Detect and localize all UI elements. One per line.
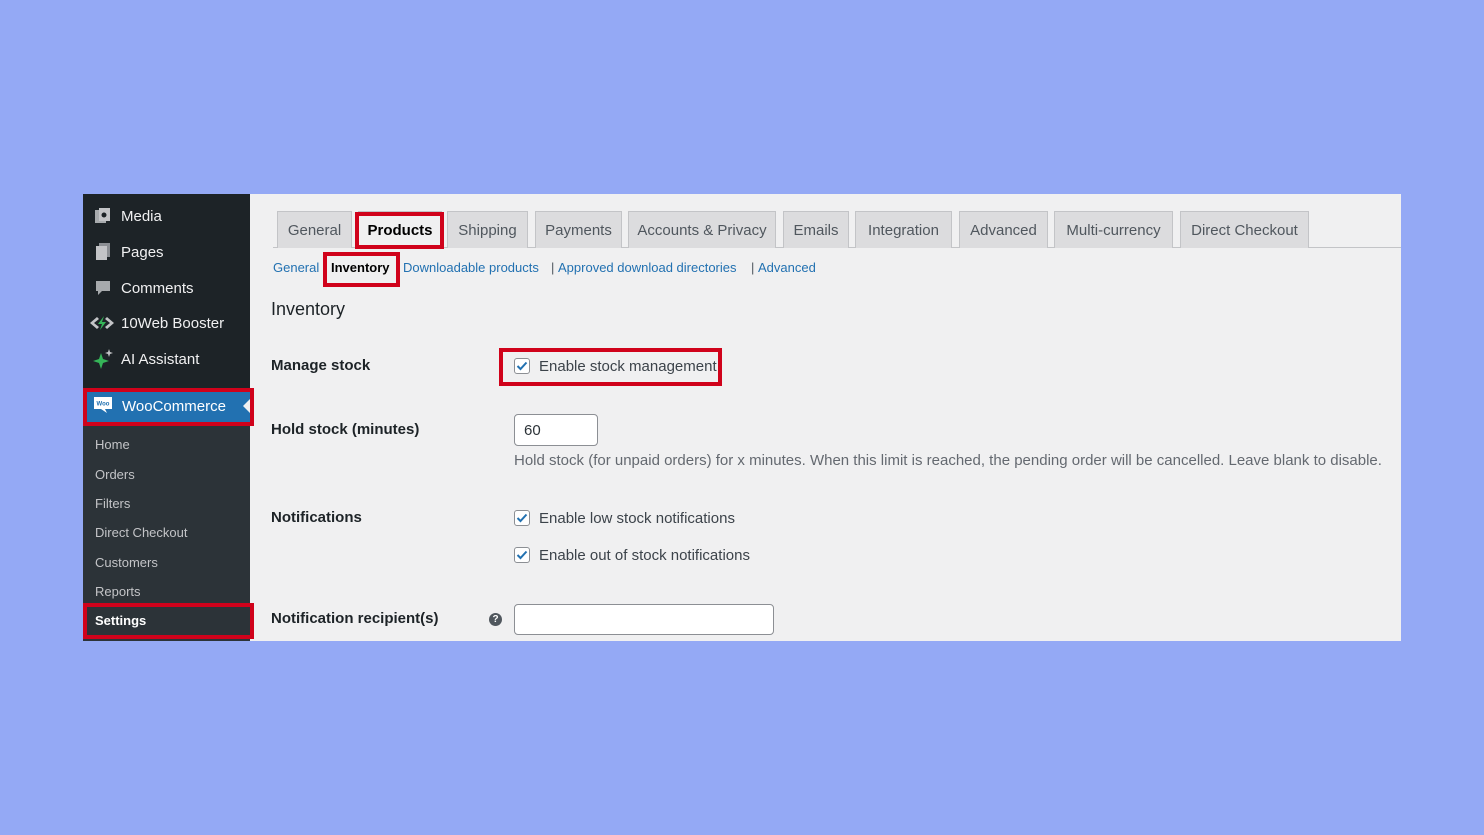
tab-payments[interactable]: Payments — [535, 211, 622, 248]
tab-direct-checkout[interactable]: Direct Checkout — [1180, 211, 1309, 248]
sidebar-item-10web-booster[interactable]: 10Web Booster — [83, 305, 250, 341]
sidebar-item-pages[interactable]: Pages — [83, 234, 250, 270]
submenu-item-reports[interactable]: Reports — [95, 582, 141, 602]
notification-recipient-label: Notification recipient(s) — [271, 610, 439, 627]
submenu-item-filters[interactable]: Filters — [95, 494, 130, 514]
hold-stock-label: Hold stock (minutes) — [271, 421, 420, 438]
tab-advanced[interactable]: Advanced — [959, 211, 1048, 248]
sidebar-item-label: WooCommerce — [122, 398, 226, 415]
tab-integration[interactable]: Integration — [855, 211, 952, 248]
manage-stock-label: Manage stock — [271, 357, 371, 374]
submenu-item-customers[interactable]: Customers — [95, 553, 158, 573]
submenu-item-settings[interactable]: Settings — [95, 611, 146, 631]
enable-stock-management-label: Enable stock management — [539, 358, 717, 375]
tab-products[interactable]: Products — [358, 211, 442, 249]
help-tip-icon[interactable]: ? — [489, 613, 502, 626]
tab-shipping[interactable]: Shipping — [447, 211, 528, 248]
pages-icon — [92, 241, 114, 263]
subsection-downloadable-products[interactable]: Downloadable products — [403, 260, 539, 275]
tab-accounts-privacy[interactable]: Accounts & Privacy — [628, 211, 776, 248]
notifications-label: Notifications — [271, 509, 362, 526]
tab-multi-currency[interactable]: Multi-currency — [1054, 211, 1173, 248]
tab-emails[interactable]: Emails — [783, 211, 849, 248]
low-stock-notifications-label: Enable low stock notifications — [539, 510, 735, 527]
section-title: Inventory — [271, 299, 346, 319]
low-stock-notifications-checkbox[interactable] — [514, 510, 530, 526]
woocommerce-icon: Woo — [92, 395, 114, 419]
subsection-separator: | — [551, 260, 555, 275]
hold-stock-description: Hold stock (for unpaid orders) for x min… — [514, 452, 1382, 469]
subsection-inventory[interactable]: Inventory — [331, 260, 390, 275]
submenu-item-direct-checkout[interactable]: Direct Checkout — [95, 523, 187, 543]
sidebar-item-label: Media — [121, 207, 162, 225]
sidebar-item-label: AI Assistant — [121, 350, 200, 368]
enable-stock-management-checkbox[interactable] — [514, 358, 530, 374]
wp-admin-window: Media Pages Comments 10Web Booster AI As… — [83, 194, 1401, 641]
checkmark-icon — [516, 513, 528, 523]
current-menu-arrow-icon — [243, 399, 250, 413]
notification-recipient-input[interactable] — [514, 604, 774, 635]
subsection-separator: | — [751, 260, 755, 275]
sidebar-item-woocommerce[interactable]: Woo WooCommerce — [83, 388, 253, 425]
sidebar-item-ai-assistant[interactable]: AI Assistant — [83, 341, 250, 377]
sidebar-item-label: 10Web Booster — [121, 314, 225, 332]
sidebar-item-media[interactable]: Media — [83, 198, 250, 234]
out-of-stock-notifications-label: Enable out of stock notifications — [539, 547, 750, 564]
tab-general[interactable]: General — [277, 211, 352, 248]
media-icon — [92, 205, 114, 227]
sidebar-item-comments[interactable]: Comments — [83, 270, 250, 306]
booster-icon — [88, 312, 116, 334]
comments-icon — [92, 277, 114, 299]
sidebar-item-label: Comments — [121, 279, 194, 297]
submenu-item-orders[interactable]: Orders — [95, 465, 135, 485]
subsection-general[interactable]: General — [273, 260, 319, 275]
out-of-stock-notifications-checkbox[interactable] — [514, 547, 530, 563]
woocommerce-icon-text: Woo — [97, 401, 110, 407]
hold-stock-input[interactable]: 60 — [514, 414, 598, 446]
admin-sidebar: Media Pages Comments 10Web Booster AI As… — [83, 194, 253, 641]
submenu-item-home[interactable]: Home — [95, 435, 130, 455]
subsection-advanced[interactable]: Advanced — [758, 260, 816, 275]
sidebar-item-label: Pages — [121, 243, 164, 261]
ai-sparkle-icon — [92, 348, 114, 370]
checkmark-icon — [516, 550, 528, 560]
checkmark-icon — [516, 361, 528, 371]
subsection-approved-download-directories[interactable]: Approved download directories — [558, 260, 737, 275]
woocommerce-submenu: Home Orders Filters Direct Checkout Cust… — [83, 425, 250, 641]
